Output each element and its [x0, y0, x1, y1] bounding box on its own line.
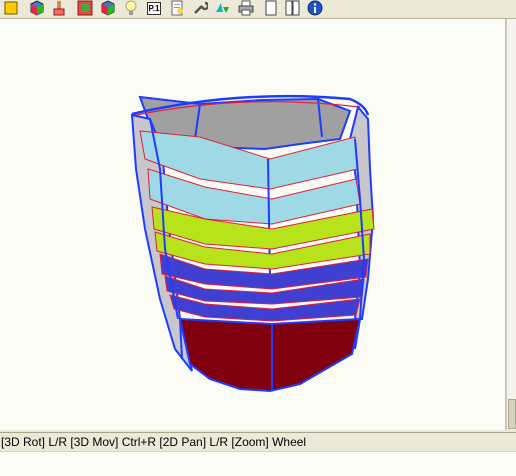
light-bulb-icon[interactable]	[122, 0, 140, 16]
3d-viewport[interactable]	[0, 19, 506, 430]
page-number-label: P.1	[146, 1, 162, 15]
status-bar: [3D Rot] L/R [3D Mov] Ctrl+R [2D Pan] L/…	[0, 432, 516, 451]
app-window: P.1 [3D Rot] L/R [3D Mov] Ctrl+R [2D Pan…	[0, 0, 516, 476]
3d-arrow-icon[interactable]	[214, 0, 232, 16]
vertical-scrollbar[interactable]	[506, 19, 516, 430]
toolbar: P.1	[0, 0, 516, 19]
color-cube-icon[interactable]	[28, 0, 46, 16]
color-cube-icon[interactable]	[2, 0, 20, 16]
page-setup-icon[interactable]	[168, 0, 186, 16]
info-icon[interactable]	[306, 0, 324, 16]
single-page-icon[interactable]	[262, 0, 280, 16]
double-page-icon[interactable]	[284, 0, 302, 16]
color-cube-icon-2[interactable]	[99, 0, 117, 16]
hull-model	[130, 94, 375, 393]
band-dark-red-bottom	[178, 317, 362, 393]
paint-brush-icon[interactable]	[50, 0, 68, 16]
wrench-icon[interactable]	[191, 0, 209, 16]
bottom-strip	[0, 451, 516, 476]
page-number-icon[interactable]: P.1	[145, 0, 163, 16]
scrollbar-thumb[interactable]	[508, 399, 516, 429]
texture-panel-icon[interactable]	[76, 0, 94, 16]
status-text: [3D Rot] L/R [3D Mov] Ctrl+R [2D Pan] L/…	[1, 435, 307, 449]
printer-icon[interactable]	[237, 0, 255, 16]
